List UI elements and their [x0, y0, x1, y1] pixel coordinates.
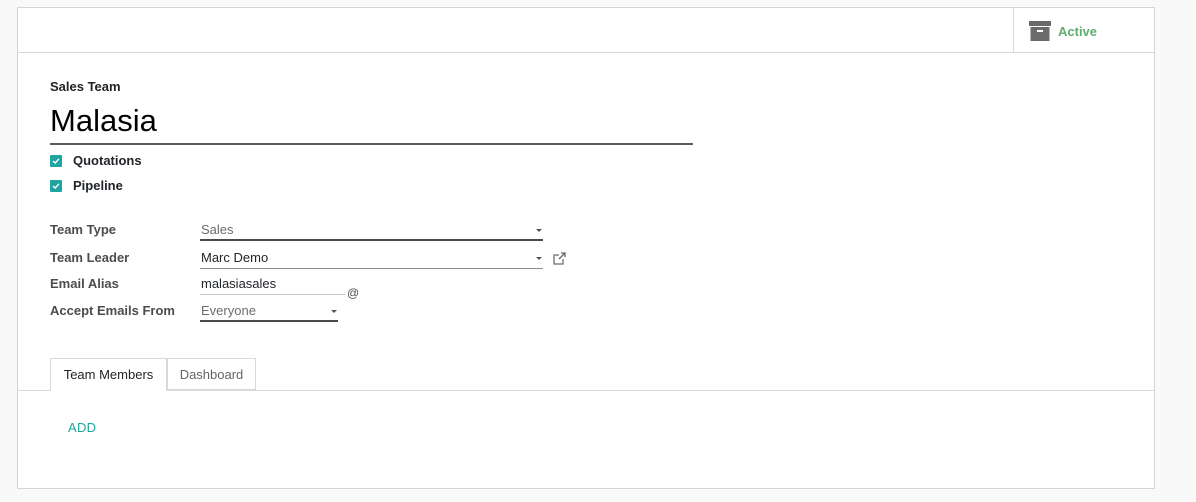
team-type-label: Team Type — [50, 222, 116, 237]
archive-box-icon — [1029, 21, 1051, 41]
team-type-value: Sales — [201, 222, 234, 237]
button-box: Active — [18, 8, 1154, 53]
accept-emails-select[interactable]: Everyone — [200, 300, 338, 322]
form-sheet: Active Sales Team Malasia Quotations Pip… — [17, 7, 1155, 489]
checkmark-icon — [52, 182, 60, 189]
notebook-tabs: Team Members Dashboard — [18, 358, 1154, 391]
team-leader-label: Team Leader — [50, 250, 130, 265]
checkmark-icon — [52, 157, 60, 164]
pipeline-checkbox[interactable] — [50, 179, 62, 192]
quotations-option: Quotations — [50, 153, 142, 168]
accept-emails-label: Accept Emails From — [50, 303, 175, 318]
email-alias-value: malasiasales — [201, 276, 277, 291]
quotations-checkbox[interactable] — [50, 154, 62, 167]
active-toggle-button[interactable]: Active — [1013, 8, 1154, 52]
tab-team-members[interactable]: Team Members — [50, 358, 167, 391]
chevron-down-icon — [331, 310, 337, 313]
pipeline-option: Pipeline — [50, 178, 123, 193]
team-name-input[interactable]: Malasia — [50, 103, 693, 145]
pipeline-label: Pipeline — [73, 178, 123, 193]
external-link-icon[interactable] — [553, 252, 566, 265]
email-alias-input[interactable]: malasiasales — [200, 273, 345, 295]
team-leader-select[interactable]: Marc Demo — [200, 247, 543, 269]
accept-emails-value: Everyone — [201, 303, 256, 318]
quotations-label: Quotations — [73, 153, 142, 168]
team-leader-value: Marc Demo — [201, 250, 269, 265]
active-label: Active — [1058, 24, 1098, 39]
tab-dashboard[interactable]: Dashboard — [167, 358, 256, 390]
sales-team-label: Sales Team — [50, 79, 121, 94]
alias-domain-suffix: @ — [347, 286, 360, 300]
add-member-button[interactable]: ADD — [68, 420, 96, 435]
email-alias-label: Email Alias — [50, 276, 119, 291]
chevron-down-icon — [536, 257, 542, 260]
chevron-down-icon — [536, 229, 542, 232]
team-type-select[interactable]: Sales — [200, 219, 543, 241]
